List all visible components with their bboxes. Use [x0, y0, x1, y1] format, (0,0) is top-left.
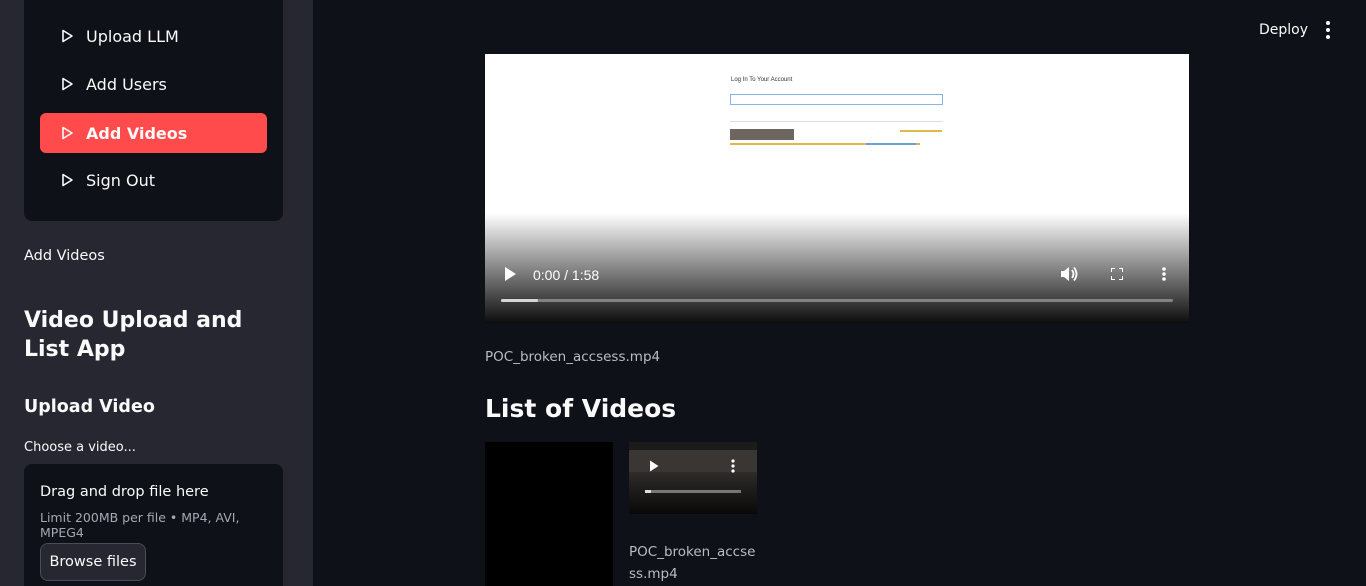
file-dropzone[interactable]: Drag and drop file here Limit 200MB per … — [24, 464, 283, 586]
video-caption: POC_broken_accsess.mp4 — [629, 544, 756, 582]
page-label: Add Videos — [24, 248, 105, 264]
play-icon[interactable] — [649, 460, 659, 472]
video-thumbnail[interactable] — [629, 442, 757, 514]
nav-item-label: Add Users — [86, 74, 167, 94]
play-triangle-icon — [62, 126, 73, 140]
kebab-menu-icon[interactable] — [1322, 21, 1334, 39]
uploader-label: Choose a video... — [24, 440, 136, 455]
dropzone-text: Drag and drop file here — [40, 484, 209, 500]
more-options-icon[interactable] — [731, 459, 735, 473]
more-options-icon[interactable] — [1162, 267, 1166, 281]
play-triangle-icon — [62, 77, 73, 91]
video-thumbnail[interactable] — [485, 442, 613, 586]
nav-item-label: Sign Out — [86, 170, 155, 190]
list-title: List of Videos — [485, 394, 677, 423]
volume-icon[interactable] — [1060, 266, 1078, 282]
video-player[interactable]: Log In To Your Account 0:00 / 1:58 — [485, 54, 1189, 323]
nav-item-sign-out[interactable]: Sign Out — [40, 160, 267, 200]
nav-item-label: Upload LLM — [86, 26, 179, 46]
video-filename: POC_broken_accsess.mp4 — [485, 349, 661, 365]
video-progress-fill — [501, 299, 538, 302]
video-frame-login-form: Log In To Your Account — [730, 74, 945, 154]
video-time: 0:00 / 1:58 — [533, 267, 600, 283]
video-progress-bar[interactable] — [501, 299, 1173, 302]
nav-item-add-videos[interactable]: Add Videos — [40, 113, 267, 153]
fullscreen-icon[interactable] — [1111, 268, 1123, 280]
dropzone-limit: Limit 200MB per file • MP4, AVI, MPEG4 — [40, 510, 240, 540]
play-triangle-icon — [62, 29, 73, 43]
nav-item-label: Add Videos — [86, 123, 188, 143]
nav-item-add-users[interactable]: Add Users — [40, 64, 267, 104]
deploy-button[interactable]: Deploy — [1259, 22, 1308, 38]
nav-menu: Upload LLM Add Users Add Videos Sign Out — [24, 0, 283, 221]
play-triangle-icon — [62, 173, 73, 187]
browse-files-button[interactable]: Browse files — [40, 543, 146, 581]
app-title: Video Upload and List App — [24, 308, 243, 362]
nav-item-upload-llm[interactable]: Upload LLM — [40, 16, 267, 56]
sidebar: Upload LLM Add Users Add Videos Sign Out… — [0, 0, 313, 586]
upload-heading: Upload Video — [24, 397, 155, 417]
